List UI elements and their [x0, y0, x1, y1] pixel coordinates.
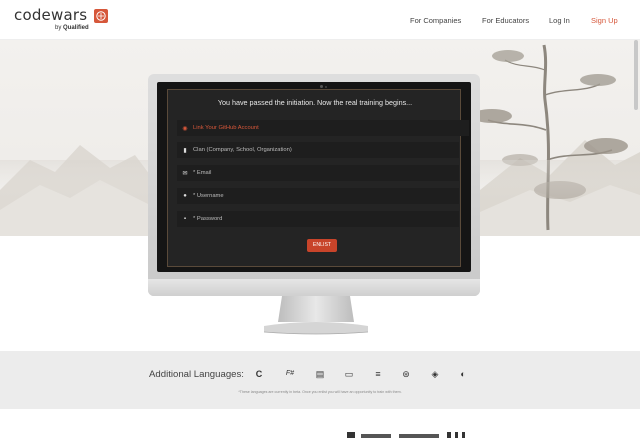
user-icon: ●: [183, 193, 187, 199]
form-title: You have passed the initiation. Now the …: [217, 98, 413, 107]
clan-field[interactable]: ▮ Clan (Company, School, Organization): [177, 142, 459, 158]
logo-text: codewars: [14, 6, 88, 24]
email-placeholder: * Email: [193, 170, 212, 176]
camera-dot-secondary: [325, 86, 327, 88]
cut-off-heading: [347, 432, 465, 438]
github-link-label: Link Your GitHub Account: [193, 125, 259, 131]
beta-languages-note: *These languages are currently in beta. …: [238, 390, 402, 394]
top-nav-bar: codewars by Qualified For Companies For …: [0, 0, 640, 40]
fsharp-icon[interactable]: F#: [284, 368, 296, 380]
language-icon-7[interactable]: ◈: [429, 368, 441, 380]
nav-sign-up[interactable]: Sign Up: [591, 16, 618, 25]
clan-placeholder: Clan (Company, School, Organization): [193, 147, 292, 153]
logo-mark-icon: [94, 9, 108, 23]
monitor-stand: [263, 296, 369, 335]
nav-for-companies[interactable]: For Companies: [410, 16, 461, 25]
building-icon: ▮: [183, 147, 187, 154]
additional-languages-bar: Additional Languages: C F# ▤ ▭ ≡ ⊛ ◈ ◐ *…: [0, 351, 640, 409]
nav-for-educators[interactable]: For Educators: [482, 16, 529, 25]
scrollbar-thumb[interactable]: [634, 40, 638, 110]
lock-icon: ▪: [183, 216, 187, 222]
section-heading-cutoff: [347, 428, 477, 438]
username-placeholder: * Username: [193, 193, 224, 199]
monitor-chin: [148, 279, 480, 296]
c-icon[interactable]: C: [253, 368, 265, 380]
codewars-logo[interactable]: codewars by Qualified: [14, 6, 108, 34]
page: codewars by Qualified For Companies For …: [0, 0, 640, 438]
language-icon-5[interactable]: ≡: [372, 368, 384, 380]
signup-form: You have passed the initiation. Now the …: [167, 89, 469, 267]
username-field[interactable]: ● * Username: [177, 188, 459, 204]
language-icon-8[interactable]: ◐: [457, 368, 469, 380]
email-field[interactable]: ✉ * Email: [177, 165, 459, 181]
enlist-button[interactable]: ENLIST: [307, 239, 337, 252]
logo-subtitle: by Qualified: [55, 25, 89, 31]
additional-languages-label: Additional Languages:: [149, 369, 244, 380]
password-placeholder: * Password: [193, 216, 223, 222]
github-link[interactable]: ◉ Link Your GitHub Account: [177, 120, 469, 136]
envelope-icon: ✉: [182, 170, 188, 177]
language-icon-4[interactable]: ▭: [343, 368, 355, 380]
github-icon: ◉: [182, 125, 188, 132]
monitor-frame: You have passed the initiation. Now the …: [148, 74, 480, 296]
language-icon-3[interactable]: ▤: [314, 368, 326, 380]
nav-log-in[interactable]: Log In: [549, 16, 570, 25]
camera-dot: [320, 85, 323, 88]
language-icon-6[interactable]: ⊛: [400, 368, 412, 380]
password-field[interactable]: ▪ * Password: [177, 211, 459, 227]
monitor-screen: You have passed the initiation. Now the …: [157, 82, 471, 272]
